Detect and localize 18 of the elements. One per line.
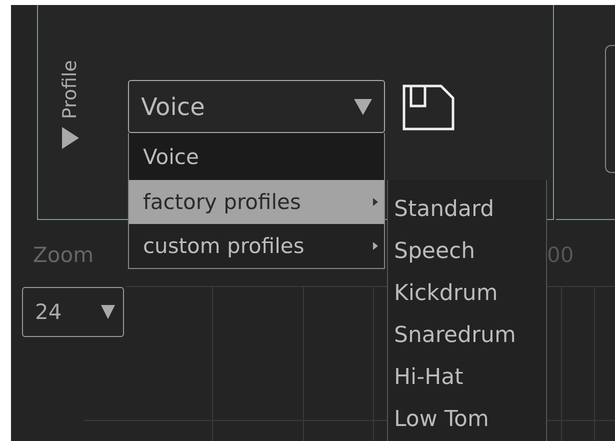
expand-arrow-icon[interactable]: [62, 127, 79, 150]
menu-item[interactable]: Speech: [388, 230, 546, 272]
menu-item[interactable]: Hi-Hat: [388, 356, 546, 398]
menu-item[interactable]: Standard: [388, 188, 546, 230]
caret-icon: [101, 305, 115, 319]
submenu-arrow-icon: [373, 198, 378, 206]
menu-item[interactable]: Kickdrum: [388, 272, 546, 314]
save-icon[interactable]: [402, 84, 455, 131]
menu-item[interactable]: factory profiles: [129, 180, 384, 224]
caret-icon: [354, 98, 372, 114]
menu-item[interactable]: Low Tom: [388, 398, 546, 440]
zoom-dropdown[interactable]: 24: [22, 287, 124, 337]
panel-title: Profile: [61, 60, 80, 120]
menu-item[interactable]: Snaredrum: [388, 314, 546, 356]
zoom-label: Zoom: [33, 243, 94, 267]
menu-item[interactable]: Voice: [129, 133, 384, 180]
submenu-arrow-icon: [373, 242, 378, 250]
profile-dropdown[interactable]: Voice: [128, 80, 385, 133]
